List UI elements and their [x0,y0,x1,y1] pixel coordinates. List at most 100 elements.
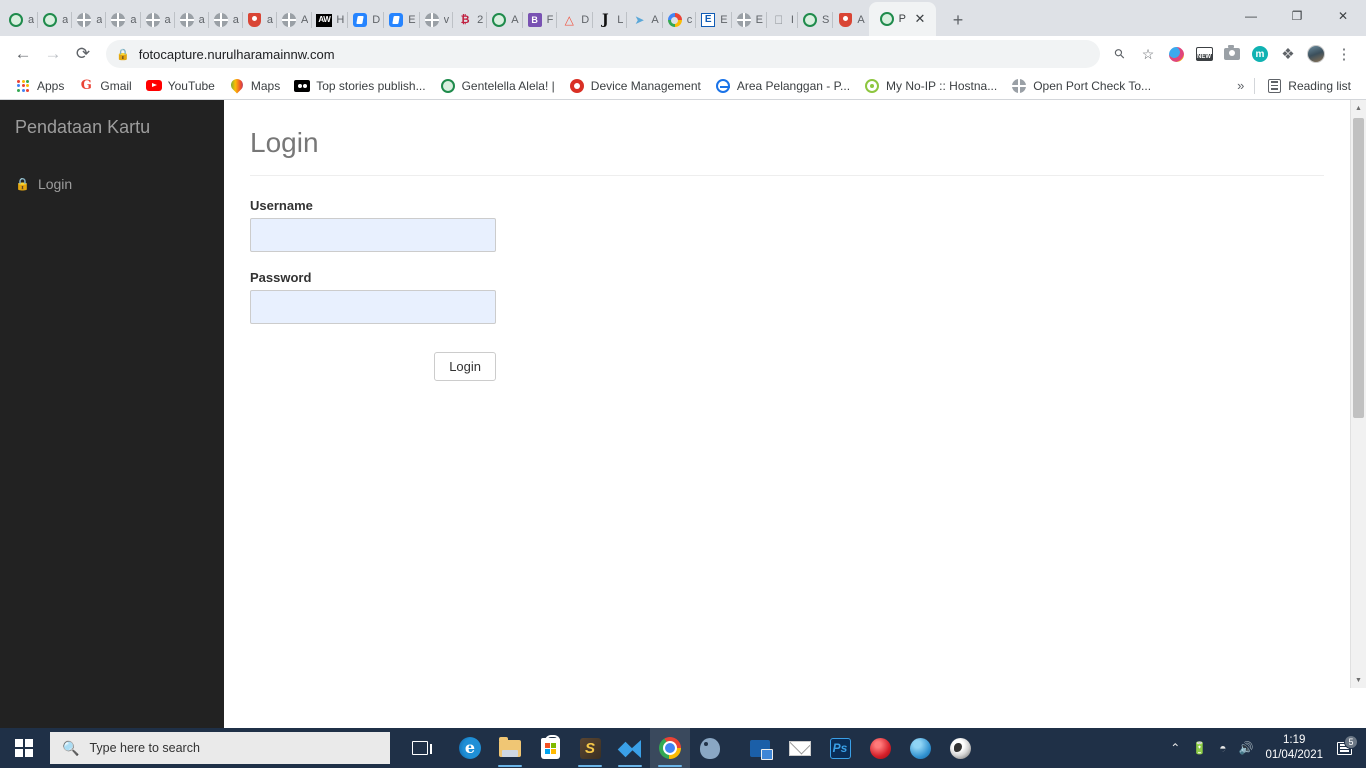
start-button[interactable] [0,728,48,768]
taskbar-anydesk[interactable] [860,728,900,768]
taskbar-navicat[interactable] [900,728,940,768]
browser-tab[interactable]: A [277,4,313,36]
mail-icon [789,740,811,756]
top-stories-icon [294,78,311,94]
taskbar-file-explorer[interactable] [490,728,530,768]
browser-tab[interactable]: a [243,4,277,36]
taskbar-remote-desktop[interactable] [740,728,780,768]
bookmark-gmail[interactable]: G Gmail [71,75,138,97]
bookmark-gentelella[interactable]: Gentelella Alela! | [433,75,562,97]
browser-tab[interactable]: AW H [312,4,349,36]
wifi-icon[interactable]: ◓ [1213,728,1232,768]
close-window-button[interactable]: ✕ [1320,0,1366,32]
browser-tab[interactable]: S [798,4,834,36]
bookmark-apps[interactable]: Apps [8,75,71,97]
url-text: fotocapture.nurulharamainnw.com [138,46,335,62]
blue-ball-icon [909,737,931,759]
browser-tab[interactable]: D [348,4,385,36]
password-input[interactable] [250,289,496,324]
bookmark-top-stories[interactable]: Top stories publish... [287,75,432,97]
taskbar-microsoft-store[interactable] [530,728,570,768]
bookmark-open-port-check[interactable]: Open Port Check To... [1004,75,1158,97]
browser-tab[interactable]: E [732,4,767,36]
browser-tab[interactable]: v [420,4,454,36]
bookmark-device-management[interactable]: Device Management [562,75,708,97]
browser-tab[interactable]: a [175,4,209,36]
reload-button[interactable]: ⟳ [68,39,98,69]
globe-favicon [281,12,297,28]
bookmark-noip[interactable]: My No-IP :: Hostna... [857,75,1004,97]
username-input[interactable] [250,217,496,252]
taskbar-edge[interactable] [450,728,490,768]
browser-tab[interactable]: a [72,4,107,36]
browser-tab[interactable]: E [384,4,420,36]
taskbar-browser-other[interactable] [940,728,980,768]
vertical-scrollbar[interactable]: ▲ ▼ [1350,100,1366,688]
browser-tab[interactable]: △ D [557,4,594,36]
address-bar[interactable]: 🔒 fotocapture.nurulharamainnw.com [106,40,1100,68]
tab-label: c [686,14,693,26]
photoshop-icon: Ps [829,737,851,759]
taskbar-postgresql[interactable] [690,728,730,768]
forward-button[interactable]: → [38,39,68,69]
browser-tab[interactable]: a [106,4,141,36]
login-form: Username Password Login [250,176,1324,381]
mega-extension-icon[interactable]: m [1246,40,1274,68]
browser-tab[interactable]: a [4,4,39,36]
login-submit-button[interactable]: Login [434,351,496,381]
battery-icon[interactable]: 🔋 [1186,728,1213,768]
bookmark-maps[interactable]: Maps [222,75,287,97]
taskbar-chrome[interactable] [650,728,690,768]
sidebar-item-login[interactable]: 🔒 Login [0,166,224,202]
taskbar-clock[interactable]: 1:19 01/04/2021 [1259,733,1333,763]
scroll-down-arrow[interactable]: ▼ [1351,672,1366,688]
taskbar-sublime-text[interactable]: S [570,728,610,768]
camera-extension-icon[interactable] [1218,40,1246,68]
notification-center-button[interactable]: 5 [1333,734,1362,755]
reading-list-button[interactable]: Reading list [1259,75,1358,97]
extension-colorball-icon[interactable] [1162,40,1190,68]
screenshot-new-icon[interactable]: NEW [1190,40,1218,68]
edge-icon [459,737,481,759]
bitcoin-favicon: ₿ [460,13,470,26]
green-circle-favicon [8,12,24,28]
maximize-button[interactable]: ❐ [1274,0,1320,32]
tab-label: a [62,14,69,26]
back-button[interactable]: ← [8,39,38,69]
password-key-icon[interactable]: ⚲ [1106,40,1134,68]
browser-tab[interactable]: c [663,4,697,36]
bookmark-youtube[interactable]: YouTube [139,75,222,97]
taskbar-vs-code[interactable] [610,728,650,768]
browser-tab[interactable]: a [141,4,175,36]
browser-tab[interactable]: BF [523,4,558,36]
scrollbar-thumb[interactable] [1353,118,1364,418]
browser-tab[interactable]: I [767,4,798,36]
gmail-icon: G [80,78,92,93]
browser-tab[interactable]: ➤ A [627,4,663,36]
browser-tab[interactable]: JL [593,4,628,36]
minimize-button[interactable]: — [1228,0,1274,32]
profile-avatar-icon[interactable] [1302,40,1330,68]
taskbar-photoshop[interactable]: Ps [820,728,860,768]
green-circle-favicon [491,12,507,28]
close-tab-button[interactable]: ✕ [912,11,928,27]
volume-icon[interactable]: 🔊 [1232,728,1259,768]
task-view-button[interactable] [400,728,440,768]
show-hidden-icons-button[interactable]: ⌃ [1164,728,1186,768]
scroll-up-arrow[interactable]: ▲ [1351,100,1366,116]
browser-tab[interactable]: ₿ 2 [453,4,488,36]
browser-tab[interactable]: a [38,4,73,36]
new-tab-button[interactable]: + [944,6,972,34]
extensions-puzzle-icon[interactable]: ❖ [1274,40,1302,68]
bookmarks-overflow-button[interactable]: » [1231,75,1250,96]
active-browser-tab[interactable]: P ✕ [868,2,936,36]
bookmark-star-icon[interactable]: ☆ [1134,40,1162,68]
taskbar-search-box[interactable]: 🔍 Type here to search [50,732,390,764]
browser-tab[interactable]: A [487,4,523,36]
bookmark-area-pelanggan[interactable]: Area Pelanggan - P... [708,75,857,97]
chrome-menu-icon[interactable]: ⋮ [1330,40,1358,68]
taskbar-mail[interactable] [780,728,820,768]
browser-tab[interactable]: EE [696,4,732,36]
browser-tab[interactable]: A [833,4,868,36]
browser-tab[interactable]: a [209,4,243,36]
